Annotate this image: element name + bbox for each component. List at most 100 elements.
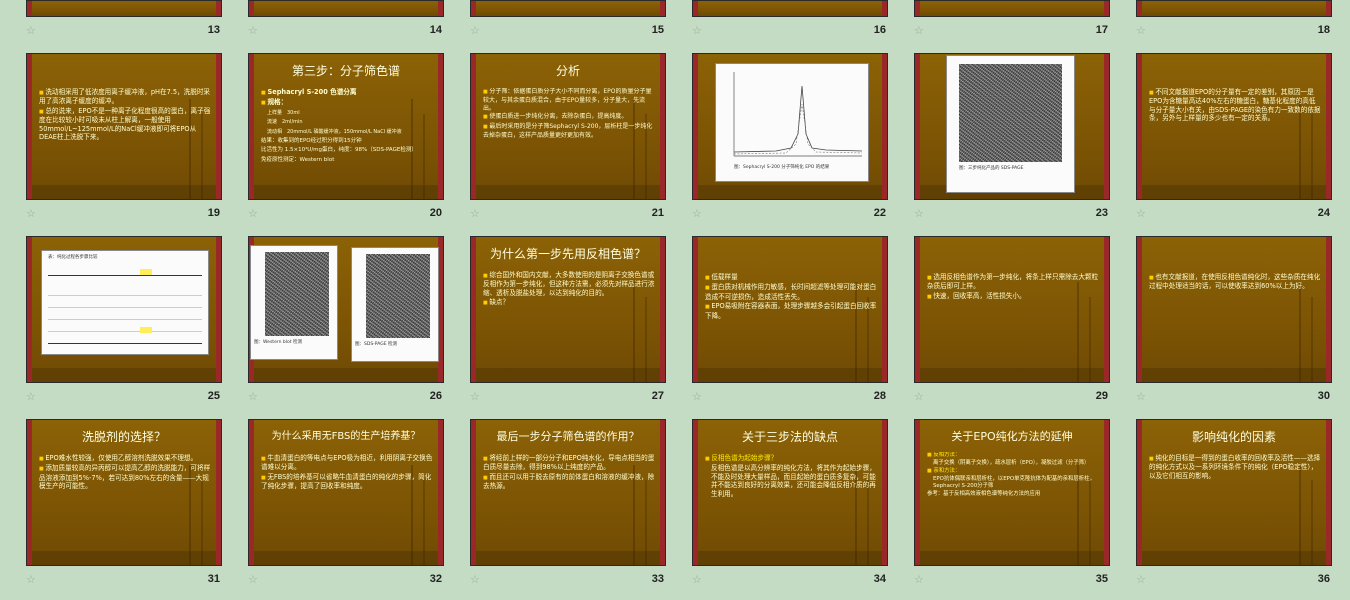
star-icon[interactable]: ☆ <box>26 24 36 37</box>
slide-title: 分析 <box>555 64 580 78</box>
star-icon[interactable]: ☆ <box>470 207 480 220</box>
bullet-text: 蛋白质对机械作用力敏感，长时间超滤等处理可能对蛋白造成不可逆损伤，造成活性丢失。 <box>705 283 877 301</box>
star-icon[interactable]: ☆ <box>26 207 36 220</box>
slide-title: 影响纯化的因素 <box>1191 430 1276 444</box>
slide-number: 14 <box>429 24 442 36</box>
slide-preview: 图：Sephacryl S-200 分子筛纯化 EPO 的结果 <box>692 53 888 200</box>
slide-preview: 为什么采用无FBS的生产培养基？ 牛血清蛋白的等电点与EPO极为相近，利用阴离子… <box>248 419 444 566</box>
star-icon[interactable]: ☆ <box>248 390 258 403</box>
bullet-text: 选用反相色谱作为第一步纯化，将条上样只需除去大颗粒杂质后即可上样。 <box>927 273 1099 291</box>
star-icon[interactable]: ☆ <box>914 207 924 220</box>
bullet-text: EPO易吸附在容器表面，处理步骤越多会引起蛋白回收率下降。 <box>705 302 877 320</box>
slide-number: 16 <box>873 24 886 36</box>
star-icon[interactable]: ☆ <box>248 573 258 586</box>
star-icon[interactable]: ☆ <box>26 573 36 586</box>
body-text: 离子交换（阴离子交换），疏水层析（EPO），凝胶过滤（分子筛） <box>933 460 1090 466</box>
star-icon[interactable]: ☆ <box>470 24 480 37</box>
slide-preview: 影响纯化的因素 纯化的目标是一得到的蛋白收率的回收率及活性——选择的纯化方式以及… <box>1136 419 1332 566</box>
star-icon[interactable]: ☆ <box>1136 390 1146 403</box>
bullet-text: 纯化的目标是一得到的蛋白收率的回收率及活性——选择的纯化方式以及一系列环境条件下… <box>1149 454 1321 480</box>
blot-image <box>265 252 329 336</box>
slide-preview: 也有文献报道，在使用反相色谱纯化时，这些杂质在纯化过程中处理适当的话，可以使收率… <box>1136 236 1332 383</box>
slide-title: 关于三步法的缺点 <box>741 430 838 444</box>
body-text: 比活性为 1.5×10⁴U/mg蛋白，纯度：98%（SDS-PAGE检测） <box>261 147 417 154</box>
slide-number: 26 <box>429 390 442 402</box>
slide-number: 34 <box>873 573 886 585</box>
bullet-text: 不同文献报道EPO的分子量有一定的差别，其原因一是EPO为含糖量高达40%左右的… <box>1149 88 1321 123</box>
slide-number: 24 <box>1317 207 1330 219</box>
gel-image <box>959 64 1062 162</box>
table-header: 表：纯化过程各步骤比较 <box>48 255 98 260</box>
star-icon[interactable]: ☆ <box>1136 24 1146 37</box>
slide-number: 28 <box>873 390 886 402</box>
slide-number: 18 <box>1317 24 1330 36</box>
slide-preview: 分析 分子筛：依据蛋白质分子大小不同而分离，EPO的质量分子量较大，与其余蛋白质… <box>470 53 666 200</box>
body-text: 流动相 20mmol/L 磷酸缓冲液，150mmol/L NaCl 缓冲液 <box>267 128 402 135</box>
star-icon[interactable]: ☆ <box>914 390 924 403</box>
western-blot-figure: 图：Western blot 检测 <box>250 245 338 360</box>
star-icon[interactable]: ☆ <box>692 573 702 586</box>
body-text: 结果：收集到的EPO经过积分得到15分钟 <box>261 138 362 145</box>
star-icon[interactable]: ☆ <box>692 207 702 220</box>
slide-preview: 最后一步分子筛色谱的作用？ 将经前上样的一部分分子和EPO纯水化，导电点相当的蛋… <box>470 419 666 566</box>
slide-number: 29 <box>1095 390 1108 402</box>
bullet-text: 添加质量较高的异丙醇可以提高乙醇的洗脱能力，可将样品溶液添加到5%-7%，若可达… <box>39 464 211 490</box>
chromatogram-figure: 图：Sephacryl S-200 分子筛纯化 EPO 的结果 <box>715 63 869 182</box>
slide-title: 为什么采用无FBS的生产培养基？ <box>271 431 421 442</box>
bullet-text: 反相色谱为起始步骤？ <box>705 454 877 463</box>
slide-number: 22 <box>873 207 886 219</box>
star-icon[interactable]: ☆ <box>914 573 924 586</box>
star-icon[interactable]: ☆ <box>248 207 258 220</box>
slide-number: 36 <box>1317 573 1330 585</box>
slide-number: 31 <box>207 573 220 585</box>
slide-title: 最后一步分子筛色谱的作用？ <box>496 430 640 443</box>
bullet-text: 分子筛：依据蛋白质分子大小不同而分离，EPO的质量分子量较大，与其余蛋白质混合，… <box>483 88 655 112</box>
slide-preview <box>1136 0 1332 17</box>
slide-number: 19 <box>207 207 220 219</box>
bullet-text: Sephacryl S-200 色谱分离 <box>261 88 433 97</box>
slide-preview: 不同文献报道EPO的分子量有一定的差别，其原因一是EPO为含糖量高达40%左右的… <box>1136 53 1332 200</box>
body-text: 免疫原性测定：Western blot <box>261 156 335 163</box>
star-icon[interactable]: ☆ <box>692 24 702 37</box>
slide-preview <box>248 0 444 17</box>
star-icon[interactable]: ☆ <box>914 24 924 37</box>
bullet-text: 而且还可以用于脱去原有的前体蛋白和溶液的缓冲液，除去热源。 <box>483 473 655 491</box>
slide-preview: 低载样量 蛋白质对机械作用力敏感，长时间超滤等处理可能对蛋白造成不可逆损伤，造成… <box>692 236 888 383</box>
star-icon[interactable]: ☆ <box>692 390 702 403</box>
bullet-text: EPO难水性较强，仅使用乙醇溶剂洗脱效果不理想。 <box>39 454 211 463</box>
star-icon[interactable]: ☆ <box>470 573 480 586</box>
slide-preview <box>692 0 888 17</box>
bullet-text: 牛血清蛋白的等电点与EPO极为相近，利用阴离子交换色谱难以分离。 <box>261 454 433 472</box>
bullet-text: 综合国外和国内文献，大多数使用的是阴离子交换色谱或反相作为第一步纯化，但这种方法… <box>483 271 655 297</box>
bullet-text: 低载样量 <box>705 273 877 282</box>
gel-figure: 图：三步纯化产品的 SDS-PAGE <box>946 55 1075 193</box>
bullet-text: 也有文献报道，在使用反相色谱纯化时，这些杂质在纯化过程中处理适当的话，可以使收率… <box>1149 273 1321 291</box>
star-icon[interactable]: ☆ <box>1136 573 1146 586</box>
figure-caption: 图：SDS-PAGE 检测 <box>355 342 397 347</box>
slide-number: 23 <box>1095 207 1108 219</box>
figure-caption: 图：Western blot 检测 <box>254 340 302 345</box>
body-text: 上样量 30ml <box>267 109 300 116</box>
bullet-text: 反相方法： <box>927 452 1099 459</box>
bullet-text: 规格： <box>261 98 433 107</box>
bullet-text: 将经前上样的一部分分子和EPO纯水化，导电点相当的蛋白质尽量去除，得到98%以上… <box>483 454 655 472</box>
slide-number: 17 <box>1095 24 1108 36</box>
star-icon[interactable]: ☆ <box>470 390 480 403</box>
star-icon[interactable]: ☆ <box>1136 207 1146 220</box>
results-table: 表：纯化过程各步骤比较 <box>41 250 209 355</box>
slide-preview: 第三步：分子筛色谱 Sephacryl S-200 色谱分离 规格： 上样量 3… <box>248 53 444 200</box>
slide-preview: 洗脱剂的选择？ EPO难水性较强，仅使用乙醇溶剂洗脱效果不理想。 添加质量较高的… <box>26 419 222 566</box>
chromatogram-plot <box>733 72 863 157</box>
slide-title: 关于EPO纯化方法的延伸 <box>951 430 1073 443</box>
star-icon[interactable]: ☆ <box>26 390 36 403</box>
slide-number: 35 <box>1095 573 1108 585</box>
slide-title: 洗脱剂的选择？ <box>81 430 166 444</box>
bullet-text: 使蛋白质进一步纯化分离，去除杂蛋白，提高纯度。 <box>483 113 655 122</box>
star-icon[interactable]: ☆ <box>248 24 258 37</box>
slide-preview: 为什么第一步先用反相色谱？ 综合国外和国内文献，大多数使用的是阴离子交换色谱或反… <box>470 236 666 383</box>
slide-number: 30 <box>1317 390 1330 402</box>
body-text: 反相色谱是以高分辨率的纯化方法，将其作为起始步骤，不能及时处理大量样品，而且起始… <box>711 464 876 498</box>
slide-number: 27 <box>651 390 664 402</box>
sds-page-figure: 图：SDS-PAGE 检测 <box>351 247 439 362</box>
slide-number: 33 <box>651 573 664 585</box>
